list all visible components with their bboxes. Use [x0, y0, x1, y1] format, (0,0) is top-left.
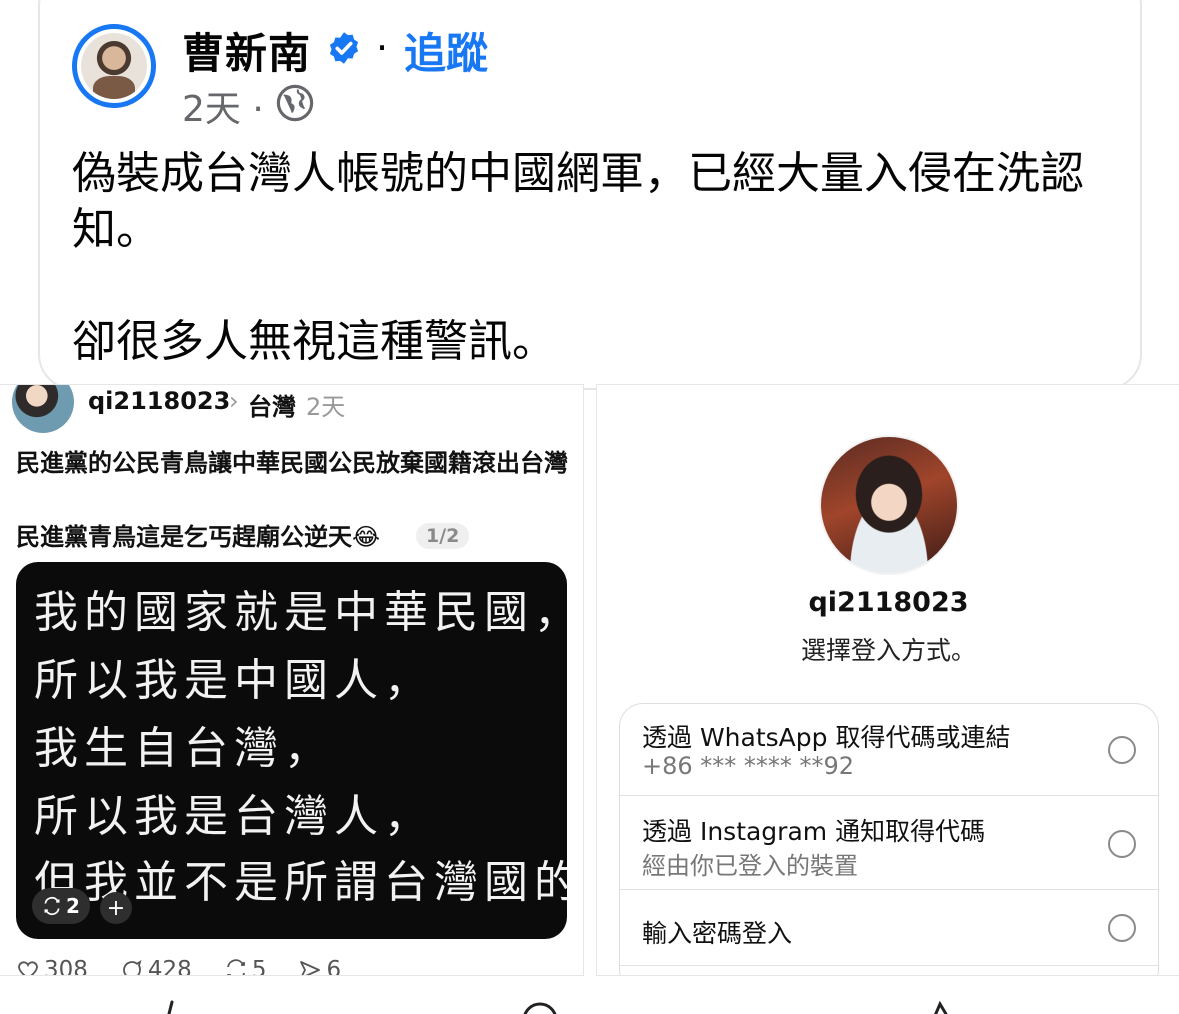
radio-button	[1108, 736, 1136, 764]
send-icon	[300, 961, 321, 975]
threads-topic: 台灣	[248, 393, 296, 421]
name-separator: ·	[376, 26, 389, 70]
option-title: 透過 Instagram 通知取得代碼	[642, 817, 986, 846]
comment-icon[interactable]	[520, 1000, 560, 1014]
avatar-photo	[81, 33, 147, 99]
login-method-screenshot: qi2118023 選擇登入方式。 透過 WhatsApp 取得代碼或連結 +8…	[596, 384, 1179, 976]
threads-text-line1: 民進黨的公民青鳥讓中華民國公民放棄國籍滾出台灣	[16, 449, 568, 477]
option-subtitle: 經由你已登入的裝置	[642, 852, 858, 880]
threads-image: 我的國家就是中華民國， 所以我是中國人， 我生自台灣， 所以我是台灣人， 但我並…	[16, 562, 567, 939]
threads-time: 2天	[306, 393, 346, 421]
threads-username: qi2118023	[88, 387, 231, 415]
author-name[interactable]: 曹新南	[182, 20, 311, 81]
verified-badge-icon	[329, 32, 359, 64]
like-action: 308	[16, 957, 88, 976]
repost-icon	[226, 959, 245, 975]
login-subtitle: 選擇登入方式。	[800, 636, 976, 665]
share-icon[interactable]	[920, 1000, 960, 1014]
chevron-right-icon: ›	[229, 387, 239, 415]
image-repost-pill: 2	[32, 888, 90, 924]
threads-text-line2: 民進黨青鳥這是乞丐趕廟公逆天😂	[16, 523, 381, 551]
share-action: 6	[298, 957, 342, 976]
comment-icon	[123, 960, 142, 975]
threads-avatar	[12, 385, 74, 433]
like-count: 308	[44, 957, 88, 976]
plus-icon: +	[100, 892, 132, 924]
post-body-text: 偽裝成台灣人帳號的中國網軍，已經大量入侵在洗認 知。 卻很多人無視這種警訊。	[72, 148, 1084, 367]
image-text-line: 我的國家就是中華民國，	[34, 587, 567, 638]
repost-count: 2	[66, 894, 80, 918]
image-text-line: 我生自台灣，	[34, 723, 334, 774]
image-text-line: 所以我是中國人，	[34, 655, 434, 706]
author-avatar[interactable]	[72, 24, 156, 108]
profile-avatar	[819, 435, 959, 575]
option-title: 透過 WhatsApp 取得代碼或連結	[642, 723, 1011, 752]
login-option-whatsapp: 透過 WhatsApp 取得代碼或連結 +86 *** **** **92	[620, 704, 1158, 796]
post-timestamp[interactable]: 2天 ·	[182, 80, 264, 132]
image-text-line: 所以我是台灣人，	[34, 791, 434, 842]
threads-actions: 308 428 5 6	[16, 957, 342, 976]
radio-button	[1108, 830, 1136, 858]
globe-icon	[276, 84, 314, 122]
login-option-instagram: 透過 Instagram 通知取得代碼 經由你已登入的裝置	[620, 796, 1158, 890]
login-option-password: 輸入密碼登入	[620, 890, 1158, 966]
login-username: qi2118023	[808, 587, 969, 618]
share-count: 6	[326, 957, 342, 976]
comment-count: 428	[147, 957, 192, 976]
login-options-list: 透過 WhatsApp 取得代碼或連結 +86 *** **** **92 透過…	[619, 703, 1159, 975]
page-indicator: 1/2	[416, 523, 470, 549]
threads-post-screenshot: qi2118023 › 台灣 2天 民進黨的公民青鳥讓中華民國公民放棄國籍滾出台…	[0, 384, 584, 976]
heart-icon	[18, 961, 38, 975]
like-icon[interactable]	[150, 1000, 190, 1014]
radio-button	[1108, 914, 1136, 942]
repost-count: 5	[251, 957, 267, 976]
option-title: 輸入密碼登入	[642, 919, 793, 948]
repost-icon	[44, 896, 60, 916]
comment-action: 428	[120, 957, 192, 976]
follow-button[interactable]: 追蹤	[404, 20, 488, 81]
repost-action: 5	[224, 957, 267, 976]
bottom-action-bar	[0, 976, 1179, 1014]
option-subtitle: +86 *** **** **92	[642, 752, 855, 780]
